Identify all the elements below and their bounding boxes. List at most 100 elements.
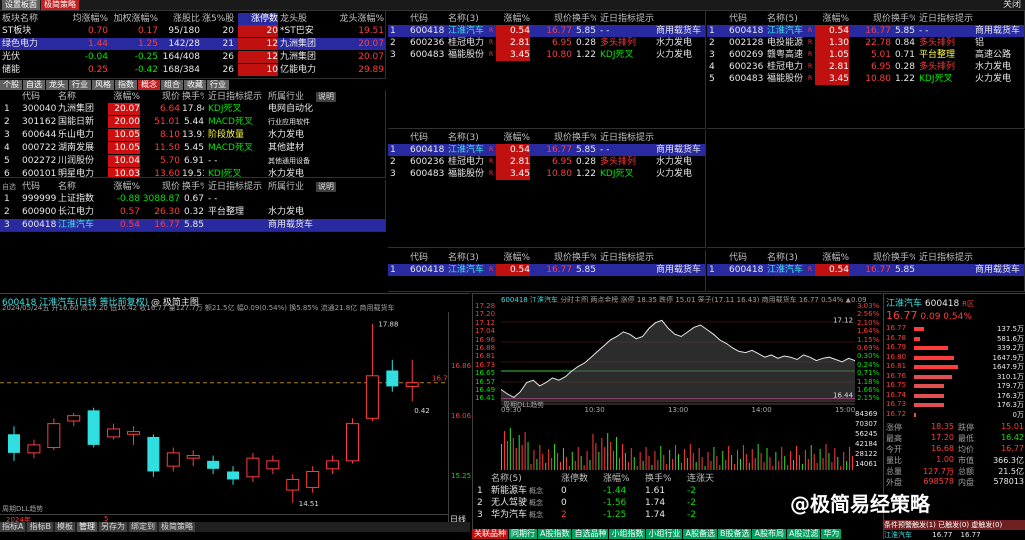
watch-row[interactable]: 1 999999 上证指数 -0.88 3088.87 0.67 - - [0, 193, 385, 205]
limit-cell: 湖南发展 [58, 143, 95, 153]
limit-row[interactable]: 3 600644乐山电力 10.05 8.1013.91 阶段放量 水力发电 [0, 129, 385, 141]
bottom-tab-6[interactable]: A股备选 [683, 529, 717, 539]
volume-bar [657, 460, 659, 470]
sector-row[interactable]: 储能 0.25 -0.42 168/384 26 10 亿能电力 29.89 [0, 64, 385, 76]
limit-header: 近日指标提示 [208, 92, 263, 102]
stat-value: 17.20 [931, 433, 954, 442]
watch-cell: 0.32 [183, 207, 204, 217]
volume-bar [707, 452, 709, 470]
stat-label: 今开 [886, 445, 902, 454]
sector-tab-1[interactable]: 自选 [23, 80, 45, 90]
tab-settings[interactable]: 设置板面 [2, 0, 40, 10]
group2-row[interactable]: 1 600418 江淮汽车 0.54 16.77 5.85 - - 商用载货车 R [707, 25, 1024, 37]
group3-row[interactable]: 1 600418 江淮汽车 0.54 16.77 5.85 - - 商用载货车 R [388, 144, 705, 156]
limit-row[interactable]: 1 300040九洲集团 20.07 6.6417.84 KDJ死叉 电网自动化 [0, 103, 385, 115]
volume-bar [619, 458, 620, 470]
bottom-tab-2[interactable]: A股指数 [538, 529, 572, 539]
limit-menu-button[interactable]: 说明 [316, 92, 336, 102]
bottom-tab-9[interactable]: A股过滤 [786, 529, 821, 539]
limit-cell: 国能日新 [58, 117, 95, 127]
tab-strategy[interactable]: 极简策略 [41, 0, 79, 10]
concept-cell: 0 [561, 498, 567, 508]
kline-tab-0[interactable]: 指标A [0, 522, 26, 532]
alert-status[interactable]: 条件预警触发(1) 已触发(0) 虚触发(0) [884, 520, 1025, 530]
watch-row[interactable]: 2 600900 长江电力 0.57 26.30 0.32 平台整理 水力发电 [0, 206, 385, 218]
kline-tab-4[interactable]: 另存为 [98, 522, 127, 532]
bottom-tab-8[interactable]: A股布局 [752, 529, 786, 539]
group1-row[interactable]: 2 600236 桂冠电力 2.81 6.95 0.28 多头排列 水力发电 R [388, 37, 705, 49]
bottom-tab-10[interactable]: 华为 [821, 529, 842, 539]
group2-row[interactable]: 5 600483 福能股份 3.45 10.80 1.22 KDJ死叉 火力发电 R [707, 73, 1024, 85]
left-axis-label: 16.88 [475, 344, 496, 352]
bottom-tab-4[interactable]: 小组指数 [609, 529, 646, 539]
sector-tab-2[interactable]: 龙头 [46, 80, 68, 90]
group2-cell: 5 [709, 74, 715, 84]
limit-cell: 51.01 [154, 117, 180, 127]
group3-row[interactable]: 2 600236 桂冠电力 2.81 6.95 0.28 多头排列 水力发电 R [388, 156, 705, 168]
group2-flag: R [808, 63, 813, 70]
group5-row[interactable]: 1 600418 江淮汽车 0.54 16.77 5.85 商用载货车 R [388, 264, 705, 276]
bottom-tab-7[interactable]: B股备选 [717, 529, 752, 539]
group3-row[interactable]: 3 600483 福能股份 3.45 10.80 1.22 KDJ死叉 火力发电 R [388, 168, 705, 180]
candle [227, 466, 240, 485]
sector-tab-9[interactable]: 行业 [207, 80, 229, 90]
watch-menu-button[interactable]: 说明 [316, 182, 336, 192]
limit-row[interactable]: 5 002272 川润股份 10.04 5.70 6.91 - - 其他通用设备 [0, 155, 385, 167]
group1-row[interactable]: 3 600483 福能股份 3.45 10.80 1.22 KDJ死叉 火力发电 R [388, 49, 705, 61]
sector-cell: 10 [238, 64, 278, 76]
sector-tab-0[interactable]: 个股 [0, 80, 22, 90]
kline-tab-2[interactable]: 模板 [54, 522, 75, 532]
bottom-tab-0[interactable]: 关联品种 [472, 529, 508, 539]
sector-cell: -0.04 [84, 52, 108, 62]
stat-label: 最低 [958, 434, 974, 443]
group2-cell: 4 [709, 62, 715, 72]
group2-row[interactable]: 4 600236 桂冠电力 2.81 6.95 0.28 多头排列 水力发电 R [707, 61, 1024, 73]
bottom-tab-5[interactable]: 小组行业 [646, 529, 683, 539]
sector-tab-5[interactable]: 指数 [115, 80, 137, 90]
volume-bar [822, 458, 824, 470]
intraday-chart[interactable]: 600418 江淮汽车 分时主图 两点金榜 涨停 18.35 跌停 15.01 … [472, 293, 882, 471]
kline-tab-3[interactable]: 管理 [76, 522, 97, 532]
kline-tab-1[interactable]: 指标B [27, 522, 53, 532]
right-axis-label: 1.18% [857, 377, 880, 386]
bottom-tab-1[interactable]: 同期行 [509, 529, 537, 539]
sector-tab-3[interactable]: 行业 [69, 80, 91, 90]
sector-tab-7[interactable]: 组合 [161, 80, 183, 90]
limit-row[interactable]: 2 301162 国能日新 20.00 51.01 5.44 MACD死叉 行业应用软件 [0, 116, 385, 128]
watch-header: 近日指标提示 [208, 182, 263, 192]
limit-cell: 5.45 [183, 143, 204, 153]
volume-bar [613, 451, 615, 470]
sector-row[interactable]: 绿色电力 1.44 1.25 142/28 21 12 九洲集团 20.07 [0, 38, 385, 50]
watch-row[interactable]: 3 600418 江淮汽车 0.54 16.77 5.85 商用载货车 [0, 219, 385, 231]
sector-row[interactable]: 光伏 -0.04 -0.25 164/408 26 12 九洲集团 20.07 [0, 51, 385, 63]
stat-value: 366.3亿 [993, 456, 1024, 465]
kline-chart[interactable]: 600418 江淮汽车(日线 等比前复权) @ 极简主图 2024/05/24五… [0, 293, 471, 539]
group2-row[interactable]: 2 002128 电投能源 1.30 22.78 0.84 多头排列 铝 R [707, 37, 1024, 49]
bottom-tab-3[interactable]: 自选品种 [572, 529, 609, 539]
limit-row[interactable]: 6 600101明星电力 10.03 13.6019.51 KDJ死叉 水力发电 [0, 168, 385, 177]
volume-bar [512, 438, 514, 470]
limit-row[interactable]: 4 000722 湖南发展 10.05 11.50 5.45 MACD死叉 其他建材 [0, 142, 385, 154]
right-axis-label: 1.66% [857, 386, 880, 394]
volume-bar [583, 465, 585, 470]
close-button[interactable]: 关闭 [1003, 0, 1021, 11]
sector-tab-4[interactable]: 风格 [92, 80, 114, 90]
group6-row[interactable]: 1 600418 江淮汽车 0.54 16.77 5.85 商用载货车 R [707, 264, 1024, 276]
group3-flag: R [489, 146, 494, 153]
group2-row[interactable]: 3 600269 赣粤高速 1.05 5.01 0.71 平台整理 高速公路 R [707, 49, 1024, 61]
sector-tab-8[interactable]: 收藏 [184, 80, 206, 90]
limit-cell: KDJ死叉 [208, 104, 242, 114]
volume-bar [716, 456, 718, 470]
volume-bar [784, 456, 786, 470]
book-bar [914, 384, 944, 388]
concept-header-row: 名称(5) 涨停数 涨幅% 换手% 连涨天 [473, 473, 882, 485]
group3-header-row: 代码 名称(3) 涨幅% 现价 换手% 近日指标提示 [388, 132, 705, 144]
kline-tab-5[interactable]: 绑定到 [128, 522, 157, 532]
limit-cell: 阶段放量 [208, 130, 245, 140]
sector-row[interactable]: ST板块 0.70 0.17 95/180 20 20 *ST巴安 19.51 [0, 25, 385, 37]
volume-bar [524, 432, 526, 470]
kline-tab-6[interactable]: 极简策略 [158, 522, 195, 532]
volume-bar [722, 451, 724, 470]
sector-tab-6[interactable]: 概念 [138, 80, 160, 90]
group1-row[interactable]: 1 600418 江淮汽车 0.54 16.77 5.85 - - 商用载货车 R [388, 25, 705, 37]
